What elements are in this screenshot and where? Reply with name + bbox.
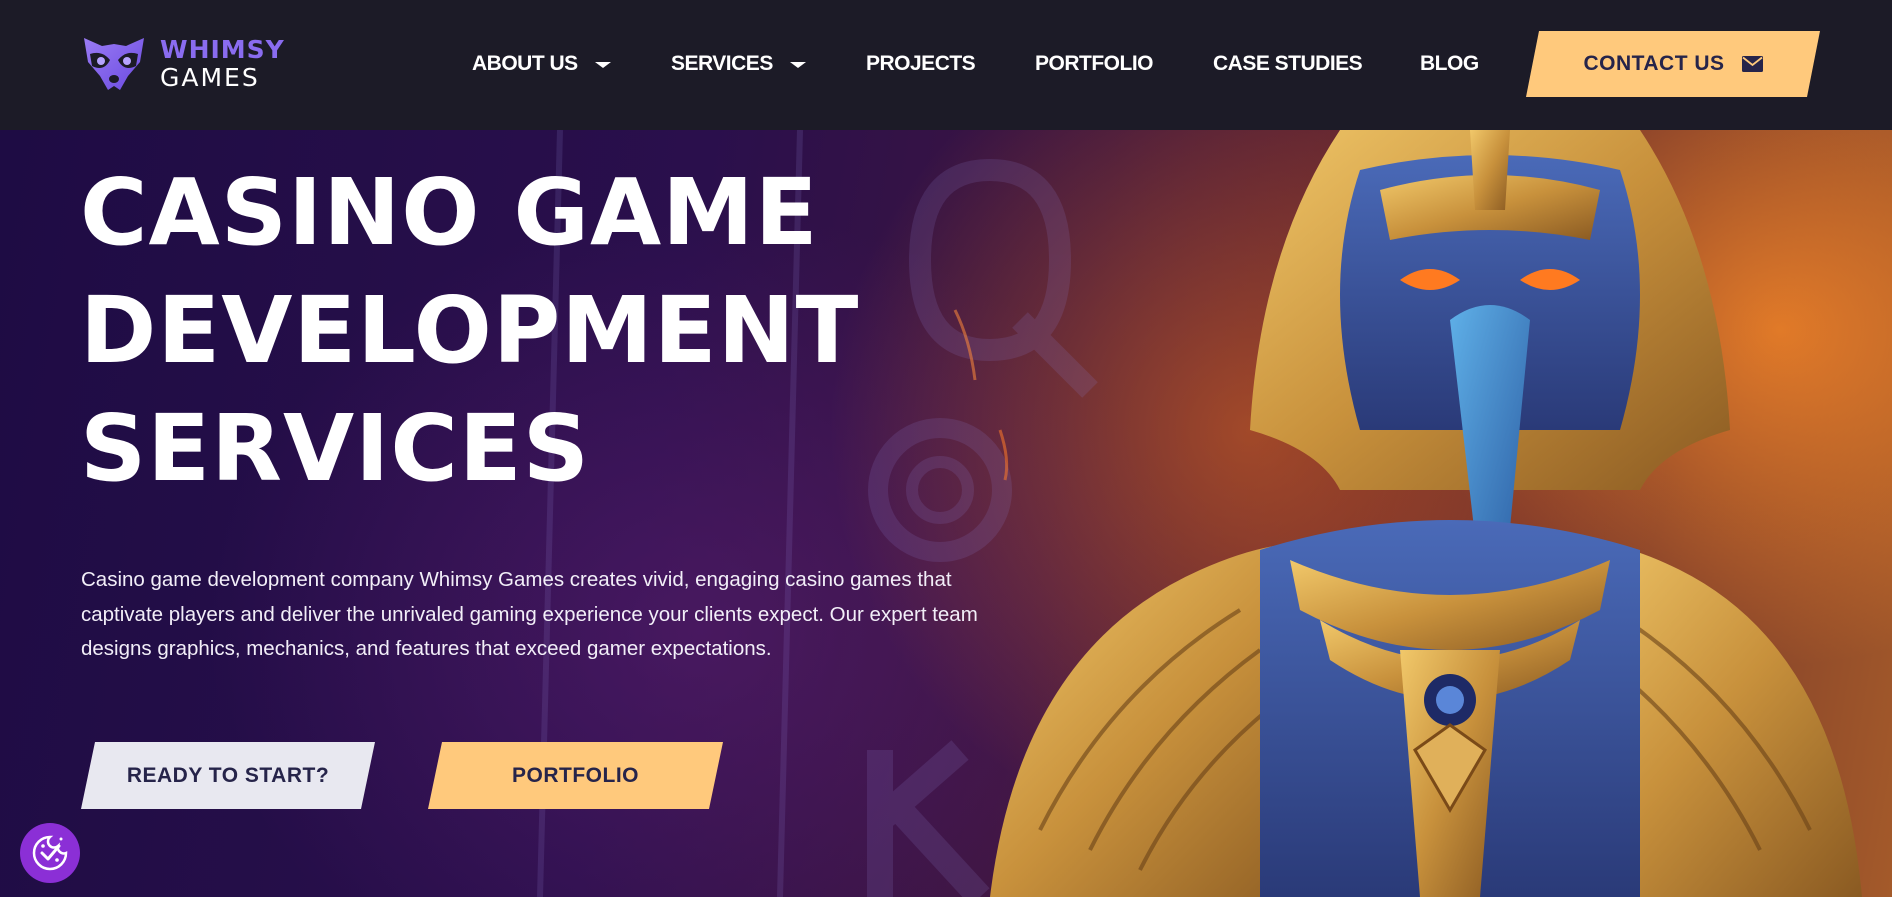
contact-us-button[interactable]: CONTACT US xyxy=(1526,31,1820,97)
hero-title: CASINO GAME DEVELOPMENT SERVICES xyxy=(80,154,980,508)
nav-about-us-label: ABOUT US xyxy=(472,52,578,75)
nav-case-studies[interactable]: CASE STUDIES xyxy=(1213,50,1363,78)
nav-blog[interactable]: BLOG xyxy=(1420,50,1479,78)
cookie-consent-button[interactable] xyxy=(20,823,80,883)
nav-portfolio[interactable]: PORTFOLIO xyxy=(1035,50,1154,78)
nav-about-us[interactable]: ABOUT US xyxy=(472,50,611,78)
portfolio-button[interactable]: PORTFOLIO xyxy=(428,742,723,809)
hero-title-line-2: DEVELOPMENT xyxy=(80,277,860,384)
envelope-icon xyxy=(1742,56,1763,72)
hero-title-line-3: SERVICES xyxy=(80,395,591,502)
logo-text-games: GAMES xyxy=(160,63,260,92)
cookie-consent-icon xyxy=(32,835,68,871)
hero-section: CASINO GAME DEVELOPMENT SERVICES Casino … xyxy=(0,130,1892,897)
site-header: WHIMSY GAMES ABOUT US SERVICES PROJECTS … xyxy=(0,0,1892,130)
nav-services-label: SERVICES xyxy=(671,52,773,75)
hero-description: Casino game development company Whimsy G… xyxy=(81,568,978,660)
portfolio-button-label: PORTFOLIO xyxy=(512,763,639,787)
ready-to-start-label: READY TO START? xyxy=(126,763,330,787)
logo-text-whimsy: WHIMSY xyxy=(160,35,285,64)
nav-case-studies-label: CASE STUDIES xyxy=(1213,52,1363,75)
page: WHIMSY GAMES ABOUT US SERVICES PROJECTS … xyxy=(0,0,1892,897)
hero-title-line-1: CASINO GAME xyxy=(80,159,819,266)
nav-projects-label: PROJECTS xyxy=(866,52,976,75)
nav-portfolio-label: PORTFOLIO xyxy=(1035,52,1154,75)
contact-us-label: CONTACT US xyxy=(1583,52,1725,75)
raccoon-logo-icon xyxy=(84,38,144,90)
caret-down-icon xyxy=(789,61,806,68)
ibis-warrior-illustration xyxy=(990,130,1862,897)
ready-to-start-button[interactable]: READY TO START? xyxy=(81,742,375,809)
nav-blog-label: BLOG xyxy=(1420,52,1479,75)
nav-projects[interactable]: PROJECTS xyxy=(866,50,976,78)
logo-link[interactable]: WHIMSY GAMES xyxy=(80,32,284,94)
nav-services[interactable]: SERVICES xyxy=(671,50,806,78)
caret-down-icon xyxy=(594,61,611,68)
